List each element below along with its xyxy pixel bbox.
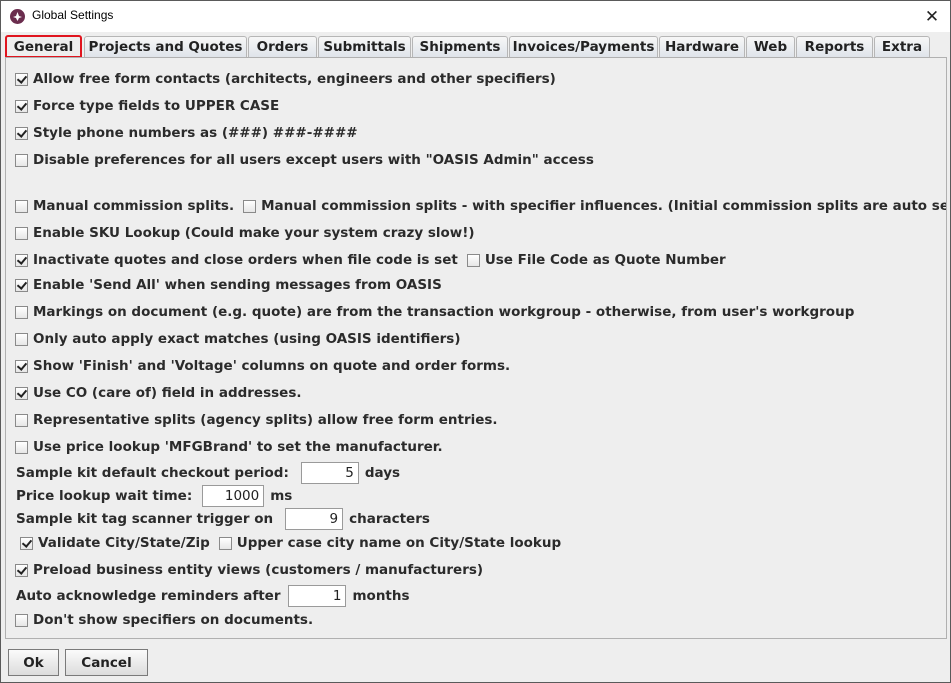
manual-commission-specifier-label[interactable]: Manual commission splits - with specifie… — [261, 198, 946, 214]
tab-strip: General Projects and Quotes Orders Submi… — [5, 35, 947, 58]
free-form-contacts-label[interactable]: Allow free form contacts (architects, en… — [33, 71, 556, 87]
option-free-form-contacts: Allow free form contacts (architects, en… — [15, 71, 556, 87]
markings-workgroup-checkbox[interactable] — [15, 305, 28, 319]
price-lookup-wait-input[interactable]: 1000 — [202, 485, 265, 507]
field-price-lookup-wait: Price lookup wait time: 1000 ms — [16, 485, 292, 507]
option-markings-workgroup: Markings on document (e.g. quote) are fr… — [15, 304, 854, 320]
title-bar: Global Settings ✕ — [1, 1, 950, 32]
option-manual-commission: Manual commission splits. Manual commiss… — [15, 198, 946, 214]
price-lookup-wait-label: Price lookup wait time: — [16, 488, 193, 504]
tab-orders[interactable]: Orders — [248, 36, 317, 57]
option-inactivate-quotes: Inactivate quotes and close orders when … — [15, 252, 726, 268]
tab-hardware[interactable]: Hardware — [659, 36, 745, 57]
window-title: Global Settings — [32, 8, 114, 22]
auto-ack-unit: months — [352, 588, 410, 604]
sku-lookup-label[interactable]: Enable SKU Lookup (Could make your syste… — [33, 225, 475, 241]
upper-city-label[interactable]: Upper case city name on City/State looku… — [237, 535, 561, 551]
care-of-checkbox[interactable] — [15, 386, 28, 400]
send-all-label[interactable]: Enable 'Send All' when sending messages … — [33, 277, 442, 293]
option-upper-case-types: Force type fields to UPPER CASE — [15, 98, 279, 114]
free-form-contacts-checkbox[interactable] — [15, 72, 28, 86]
close-icon[interactable]: ✕ — [914, 1, 950, 32]
finish-voltage-checkbox[interactable] — [15, 359, 28, 373]
upper-case-types-label[interactable]: Force type fields to UPPER CASE — [33, 98, 279, 114]
rep-splits-label[interactable]: Representative splits (agency splits) al… — [33, 412, 498, 428]
upper-case-types-checkbox[interactable] — [15, 99, 28, 113]
option-care-of: Use CO (care of) field in addresses. — [15, 385, 301, 401]
tab-extra[interactable]: Extra — [874, 36, 930, 57]
tab-projects-and-quotes[interactable]: Projects and Quotes — [84, 36, 247, 57]
option-exact-matches: Only auto apply exact matches (using OAS… — [15, 331, 461, 347]
auto-ack-label: Auto acknowledge reminders after — [16, 588, 281, 604]
style-phone-checkbox[interactable] — [15, 126, 28, 140]
care-of-label[interactable]: Use CO (care of) field in addresses. — [33, 385, 301, 401]
field-sample-kit-checkout: Sample kit default checkout period: 5 da… — [16, 462, 400, 484]
no-specifiers-checkbox[interactable] — [15, 613, 28, 627]
option-send-all: Enable 'Send All' when sending messages … — [15, 277, 442, 293]
field-auto-ack: Auto acknowledge reminders after 1 month… — [16, 585, 410, 607]
general-settings-panel: Allow free form contacts (architects, en… — [5, 57, 947, 639]
mfg-brand-label[interactable]: Use price lookup 'MFGBrand' to set the m… — [33, 439, 443, 455]
global-settings-window: Global Settings ✕ General Projects and Q… — [0, 0, 951, 683]
finish-voltage-label[interactable]: Show 'Finish' and 'Voltage' columns on q… — [33, 358, 510, 374]
style-phone-label[interactable]: Style phone numbers as (###) ###-#### — [33, 125, 358, 141]
option-preload-views: Preload business entity views (customers… — [15, 562, 483, 578]
exact-matches-label[interactable]: Only auto apply exact matches (using OAS… — [33, 331, 461, 347]
preload-views-label[interactable]: Preload business entity views (customers… — [33, 562, 483, 578]
tab-reports[interactable]: Reports — [796, 36, 873, 57]
button-bar: Ok Cancel — [1, 641, 950, 682]
ok-button[interactable]: Ok — [8, 649, 59, 676]
inactivate-quotes-label[interactable]: Inactivate quotes and close orders when … — [33, 252, 458, 268]
auto-ack-input[interactable]: 1 — [288, 585, 347, 607]
manual-commission-specifier-checkbox[interactable] — [243, 199, 257, 213]
cancel-button[interactable]: Cancel — [65, 649, 148, 676]
tab-general[interactable]: General — [5, 35, 82, 58]
manual-commission-checkbox[interactable] — [15, 199, 28, 213]
scanner-trigger-label: Sample kit tag scanner trigger on — [16, 511, 274, 527]
price-lookup-wait-unit: ms — [270, 488, 293, 504]
disable-prefs-checkbox[interactable] — [15, 153, 28, 167]
sku-lookup-checkbox[interactable] — [15, 226, 28, 240]
send-all-checkbox[interactable] — [15, 278, 28, 292]
option-no-specifiers: Don't show specifiers on documents. — [15, 612, 313, 628]
app-logo-icon — [10, 9, 25, 24]
option-rep-splits: Representative splits (agency splits) al… — [15, 412, 498, 428]
option-validate-city: Validate City/State/Zip Upper case city … — [20, 535, 561, 551]
tab-web[interactable]: Web — [746, 36, 795, 57]
file-code-quote-number-label[interactable]: Use File Code as Quote Number — [485, 252, 726, 268]
scanner-trigger-unit: characters — [349, 511, 430, 527]
tab-submittals[interactable]: Submittals — [318, 36, 411, 57]
markings-workgroup-label[interactable]: Markings on document (e.g. quote) are fr… — [33, 304, 854, 320]
option-sku-lookup: Enable SKU Lookup (Could make your syste… — [15, 225, 475, 241]
upper-city-checkbox[interactable] — [218, 536, 232, 550]
rep-splits-checkbox[interactable] — [15, 413, 28, 427]
file-code-quote-number-checkbox[interactable] — [466, 253, 480, 267]
scanner-trigger-input[interactable]: 9 — [285, 508, 344, 530]
option-style-phone: Style phone numbers as (###) ###-#### — [15, 125, 358, 141]
sample-kit-checkout-unit: days — [364, 465, 401, 481]
sample-kit-checkout-label: Sample kit default checkout period: — [16, 465, 289, 481]
field-scanner-trigger: Sample kit tag scanner trigger on 9 char… — [16, 508, 430, 530]
sample-kit-checkout-input[interactable]: 5 — [300, 462, 359, 484]
no-specifiers-label[interactable]: Don't show specifiers on documents. — [33, 612, 313, 628]
preload-views-checkbox[interactable] — [15, 563, 28, 577]
validate-city-checkbox[interactable] — [20, 536, 33, 550]
inactivate-quotes-checkbox[interactable] — [15, 253, 28, 267]
option-disable-prefs: Disable preferences for all users except… — [15, 152, 594, 168]
validate-city-label[interactable]: Validate City/State/Zip — [38, 535, 210, 551]
option-mfg-brand: Use price lookup 'MFGBrand' to set the m… — [15, 439, 443, 455]
disable-prefs-label[interactable]: Disable preferences for all users except… — [33, 152, 594, 168]
tab-shipments[interactable]: Shipments — [412, 36, 508, 57]
option-finish-voltage: Show 'Finish' and 'Voltage' columns on q… — [15, 358, 510, 374]
exact-matches-checkbox[interactable] — [15, 332, 28, 346]
tab-invoices-payments[interactable]: Invoices/Payments — [509, 36, 658, 57]
mfg-brand-checkbox[interactable] — [15, 440, 28, 454]
manual-commission-label[interactable]: Manual commission splits. — [33, 198, 234, 214]
